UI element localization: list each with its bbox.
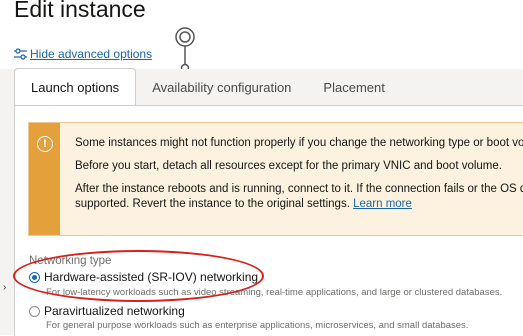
radio-paravirtualized-label: Paravirtualized networking: [44, 304, 185, 318]
radio-sriov-label: Hardware-assisted (SR-IOV) networking: [44, 270, 259, 284]
radio-sriov-networking[interactable]: Hardware-assisted (SR-IOV) networking: [29, 270, 258, 284]
warning-alert: ! Some instances might not function prop…: [28, 122, 523, 236]
info-circle-icon: !: [37, 136, 53, 152]
sriov-description: For low-latency workloads such as video …: [46, 287, 503, 298]
radio-button[interactable]: [29, 305, 40, 317]
tab-availability-configuration[interactable]: Availability configuration: [136, 69, 307, 105]
tab-placement[interactable]: Placement: [307, 69, 400, 105]
tab-launch-options[interactable]: Launch options: [14, 68, 137, 105]
warning-message: Some instances might not function proper…: [75, 136, 523, 220]
paravirtualized-description: For general purpose workloads such as en…: [46, 320, 469, 331]
learn-more-link[interactable]: Learn more: [353, 198, 412, 210]
tab-bar: Launch options Availability configuratio…: [14, 68, 523, 105]
hide-advanced-options-label: Hide advanced options: [30, 47, 153, 61]
radio-button-selected[interactable]: [29, 271, 40, 283]
networking-type-label: Networking type: [29, 255, 112, 267]
sliders-icon: [14, 48, 27, 60]
side-marker: ›: [3, 282, 7, 293]
hide-advanced-options-link[interactable]: Hide advanced options: [14, 47, 152, 61]
warning-line-4: supported. Revert the instance to the or…: [75, 197, 523, 212]
warning-line-4-text: supported. Revert the instance to the or…: [75, 198, 350, 210]
warning-line-3: After the instance reboots and is runnin…: [75, 183, 523, 195]
warning-stripe: !: [29, 123, 60, 235]
click-indicator-icon: [175, 27, 195, 72]
warning-line-1: Some instances might not function proper…: [75, 137, 523, 149]
warning-line-2: Before you start, detach all resources e…: [75, 160, 502, 172]
page-title: Edit instance: [14, 0, 146, 22]
radio-paravirtualized-networking[interactable]: Paravirtualized networking: [29, 304, 185, 318]
